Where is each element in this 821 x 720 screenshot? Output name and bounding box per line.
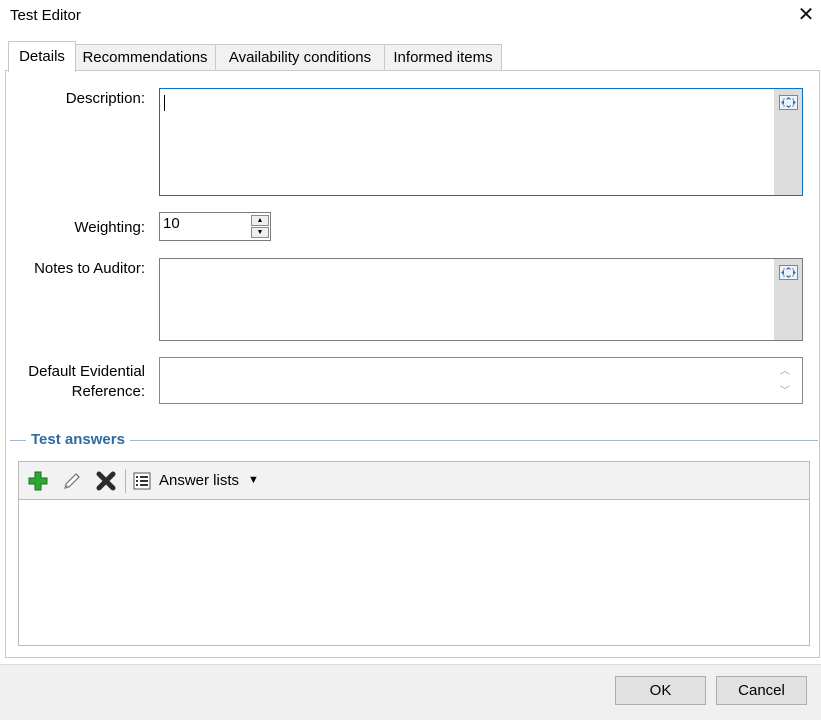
list-icon (133, 472, 151, 490)
stepper-down-icon[interactable]: ▼ (251, 227, 269, 238)
chevron-down-icon: ▼ (248, 474, 259, 486)
tab-availability-conditions[interactable]: Availability conditions (215, 44, 385, 70)
group-divider (10, 440, 26, 441)
toolbar-separator (125, 469, 126, 493)
tab-recommendations[interactable]: Recommendations (74, 44, 216, 70)
plus-icon[interactable] (27, 470, 49, 492)
evidential-label: Default Evidential Reference: (10, 362, 145, 402)
close-icon[interactable]: ✕ (796, 4, 816, 26)
ok-button[interactable]: OK (615, 676, 706, 705)
tab-informed-items[interactable]: Informed items (384, 44, 502, 70)
test-answers-title: Test answers (31, 431, 125, 448)
pencil-icon[interactable] (61, 470, 83, 492)
window-title: Test Editor (10, 7, 81, 24)
evidential-label-line2: Reference: (71, 383, 145, 400)
group-divider (130, 440, 818, 441)
scroll-down-icon[interactable]: ﹀ (780, 382, 790, 397)
answers-list[interactable]: Answer lists ▼ (18, 461, 810, 646)
answer-lists-label: Answer lists (159, 472, 240, 489)
evidential-field[interactable]: ︿ ﹀ (159, 357, 803, 404)
weighting-label: Weighting: (74, 219, 145, 236)
weighting-value: 10 (163, 215, 180, 232)
tab-details[interactable]: Details (8, 41, 76, 72)
answers-toolbar: Answer lists ▼ (19, 462, 809, 500)
description-label: Description: (65, 90, 145, 107)
delete-x-icon[interactable] (95, 470, 117, 492)
notes-field[interactable] (159, 258, 803, 341)
evidential-label-line1: Default Evidential (28, 363, 145, 380)
weighting-stepper[interactable]: 10 ▲ ▼ (159, 212, 271, 241)
description-field[interactable] (159, 88, 803, 196)
text-caret (164, 95, 165, 111)
expand-editor-icon[interactable] (779, 265, 798, 280)
stepper-up-icon[interactable]: ▲ (251, 215, 269, 226)
scroll-up-icon[interactable]: ︿ (780, 362, 790, 377)
expand-editor-icon[interactable] (779, 95, 798, 110)
cancel-button[interactable]: Cancel (716, 676, 807, 705)
notes-label: Notes to Auditor: (34, 260, 145, 277)
